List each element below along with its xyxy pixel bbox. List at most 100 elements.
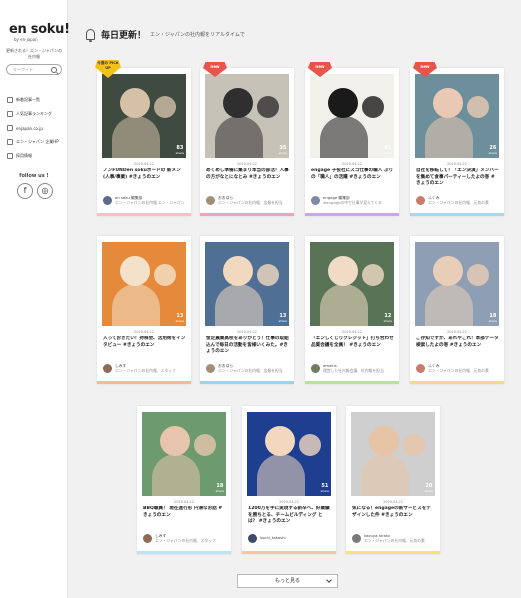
article-card[interactable]: 13 share 2019.04.22 金足農業高校をありがとう！仕事の取組込んで… xyxy=(200,236,294,384)
article-title[interactable]: ご存知ですか、あれやこれ！本部データ検索したよの巻 #きょうのエン xyxy=(416,336,499,356)
card-accent-bar xyxy=(305,213,399,216)
article-thumbnail[interactable]: 61 share xyxy=(310,74,394,158)
article-date: 2019.04.22 xyxy=(382,500,404,504)
article-date: 2019.04.22 xyxy=(278,500,300,504)
site-logo[interactable]: en soku! xyxy=(9,22,70,37)
facebook-icon[interactable]: f xyxy=(17,183,33,199)
article-thumbnail[interactable]: 18 share xyxy=(415,242,499,326)
article-title[interactable]: 1200万を手に実現する新卒へ、好業績を勝ちとる、チームビルディング とは？ #… xyxy=(248,506,331,526)
thumbnail-figure xyxy=(257,454,305,496)
thumbnail-figure xyxy=(112,116,160,158)
article-thumbnail[interactable]: 83 share xyxy=(102,74,186,158)
author-text: おおはら エン・ジャパンの社内報、広報を担当 xyxy=(218,364,283,373)
thumbnail-figure xyxy=(433,256,463,286)
article-card[interactable]: 18 share 2019.04.22 BBQ職員！ 現在進行形 円滑なお話 #き… xyxy=(137,406,231,554)
article-title[interactable]: 気になる！engageの新サービスをデザインした件 #きょうのエン xyxy=(352,506,435,526)
article-thumbnail[interactable]: 13 share xyxy=(205,242,289,326)
share-count: 18 share xyxy=(216,484,224,494)
article-title[interactable]: 「エンしくじりクレジット」打ち合わせ品質会議を全員！ #きょうのエン xyxy=(311,336,394,356)
author-text: おおはら エン・ジャパンの社内報、広報を担当 xyxy=(218,196,283,205)
nav-item-new-articles[interactable]: 新着記事一覧 xyxy=(7,93,65,107)
building-icon xyxy=(7,125,13,131)
author-text: ふくみ エン・ジャパンの社内報、元気の素 xyxy=(428,196,489,205)
article-card[interactable]: 61 share new 2019.04.22 engage 子役社にスゴ仕事の職… xyxy=(305,62,399,216)
nav-item-recruit[interactable]: 採用情報 xyxy=(7,149,65,163)
card-accent-bar xyxy=(410,381,504,384)
article-card[interactable]: 35 share new 2019.04.22 めくめし準備に集まり本当の部活！人… xyxy=(200,62,294,216)
card-accent-bar xyxy=(97,381,191,384)
nav-item-corporate-site[interactable]: エン・ジャパン 企業HP xyxy=(7,135,65,149)
article-thumbnail[interactable]: 13 share xyxy=(102,242,186,326)
nav-label: 人気記事ランキング xyxy=(16,111,52,116)
nav-item-enjapan[interactable]: enjapan.co.jp xyxy=(7,121,65,135)
article-date: 2019.04.22 xyxy=(446,162,468,166)
share-label: share xyxy=(488,319,497,323)
article-author[interactable]: dmakis 運営した社内報会議、社内報を担当 xyxy=(311,364,395,374)
thumbnail-figure xyxy=(152,454,200,496)
thumbnail-figure xyxy=(320,284,368,326)
thumbnail-figure xyxy=(299,434,321,456)
thumbnail-figure xyxy=(257,264,279,286)
article-title[interactable]: 入っておきたい！持株会、活用術をインタビュー #きょうのエン xyxy=(103,336,186,356)
article-card[interactable]: 20 share 2019.04.22 気になる！engageの新サービスをデザイ… xyxy=(346,406,440,554)
article-card[interactable]: 51 share 2019.04.22 1200万を手に実現する新卒へ、好業績を勝… xyxy=(242,406,336,554)
article-author[interactable]: engage 編集部 #engageの中で仕事が見えてくる xyxy=(311,196,395,206)
thumbnail-figure xyxy=(120,88,150,118)
sidebar-nav: 新着記事一覧 人気記事ランキング enjapan.co.jp エン・ジャパン 企… xyxy=(7,93,65,163)
article-title[interactable]: 自社を移転して！「エン決演」メンバーを集めて食事パーティーしたよの巻 #きょうの… xyxy=(416,168,499,188)
author-text: dmakis 運営した社内報会議、社内報を担当 xyxy=(323,364,384,373)
thumbnail-figure xyxy=(154,264,176,286)
article-author[interactable]: ふくみ エン・ジャパンの社内報、元気の素 xyxy=(416,364,500,374)
share-count: 83 share xyxy=(176,146,184,156)
article-thumbnail[interactable]: 35 share xyxy=(205,74,289,158)
thumbnail-figure xyxy=(320,116,368,158)
article-thumbnail[interactable]: 26 share xyxy=(415,74,499,158)
article-title[interactable]: engage 子役社にスゴ仕事の職人 ぶりの「職人」の活躍 #きょうのエン xyxy=(311,168,394,188)
search-icon[interactable] xyxy=(51,67,57,73)
load-more-button[interactable]: もっと見る xyxy=(237,574,338,588)
article-thumbnail[interactable]: 51 share xyxy=(247,412,331,496)
article-thumbnail[interactable]: 12 share xyxy=(310,242,394,326)
person-icon xyxy=(7,153,13,159)
instagram-icon[interactable]: ◎ xyxy=(37,183,53,199)
article-card[interactable]: 26 share new 2019.04.22 自社を移転して！「エン決演」メンバ… xyxy=(410,62,504,216)
article-author[interactable]: kochi_takashi xyxy=(248,534,332,543)
article-date: 2019.04.22 xyxy=(236,330,258,334)
share-label: share xyxy=(320,489,329,493)
thumbnail-figure xyxy=(223,256,253,286)
article-author[interactable]: ふくみ エン・ジャパンの社内報、元気の素 xyxy=(416,196,500,206)
avatar xyxy=(143,534,152,544)
card-accent-bar xyxy=(200,381,294,384)
share-label: share xyxy=(175,151,184,155)
search-placeholder: キーワード xyxy=(13,67,33,72)
article-thumbnail[interactable]: 18 share xyxy=(142,412,226,496)
share-label: share xyxy=(215,489,224,493)
article-title[interactable]: ノンFUNDen sokuボードの 新メン (人事/事業) #きょうのエン xyxy=(103,168,186,188)
article-author[interactable]: しみず エン・ジャパンの社内報、スタッフ xyxy=(143,534,227,544)
article-card[interactable]: 12 share 2019.04.22 「エンしくじりクレジット」打ち合わせ品質会… xyxy=(305,236,399,384)
article-date: 2019.04.22 xyxy=(236,162,258,166)
article-title[interactable]: BBQ職員！ 現在進行形 円滑なお話 #きょうのエン xyxy=(143,506,226,526)
thumbnail-figure xyxy=(328,88,358,118)
article-title[interactable]: 金足農業高校をありがとう！仕事の取組込んで毎日の活動を皆様いくみた。#きょうのエ… xyxy=(206,336,289,356)
avatar xyxy=(416,196,425,206)
share-label: share xyxy=(488,151,497,155)
nav-item-ranking[interactable]: 人気記事ランキング xyxy=(7,107,65,121)
article-author[interactable]: en soku 編集部 エン・ジャパンの社内報 エン・ジャパン xyxy=(103,196,187,206)
article-author[interactable]: kazuya.hirato エン・ジャパンの社内報、元気の素 xyxy=(352,534,436,544)
thumbnail-figure xyxy=(369,426,399,456)
article-card[interactable]: 83 share 今週の PICK UP 2019.04.22 ノンFUNDen … xyxy=(95,60,191,216)
search-input[interactable]: キーワード xyxy=(6,64,62,75)
card-accent-bar xyxy=(346,551,440,554)
article-author[interactable]: おおはら エン・ジャパンの社内報、広報を担当 xyxy=(206,196,290,206)
chevron-down-icon xyxy=(326,577,332,583)
author-text: しみず エン・ジャパンの社内報、スタッフ xyxy=(115,364,176,373)
article-thumbnail[interactable]: 20 share xyxy=(351,412,435,496)
article-card[interactable]: 18 share 2019.04.22 ご存知ですか、あれやこれ！本部データ検索し… xyxy=(410,236,504,384)
article-title[interactable]: めくめし準備に集まり本当の部活！人事の方がなとになとみ #きょうのエン xyxy=(206,168,289,188)
article-author[interactable]: おおはら エン・ジャパンの社内報、広報を担当 xyxy=(206,364,290,374)
article-author[interactable]: しみず エン・ジャパンの社内報、スタッフ xyxy=(103,364,187,374)
avatar xyxy=(103,364,112,374)
author-description: エン・ジャパンの社内報、元気の素 xyxy=(364,537,425,543)
article-card[interactable]: 13 share 2019.04.22 入っておきたい！持株会、活用術をインタビュ… xyxy=(97,236,191,384)
